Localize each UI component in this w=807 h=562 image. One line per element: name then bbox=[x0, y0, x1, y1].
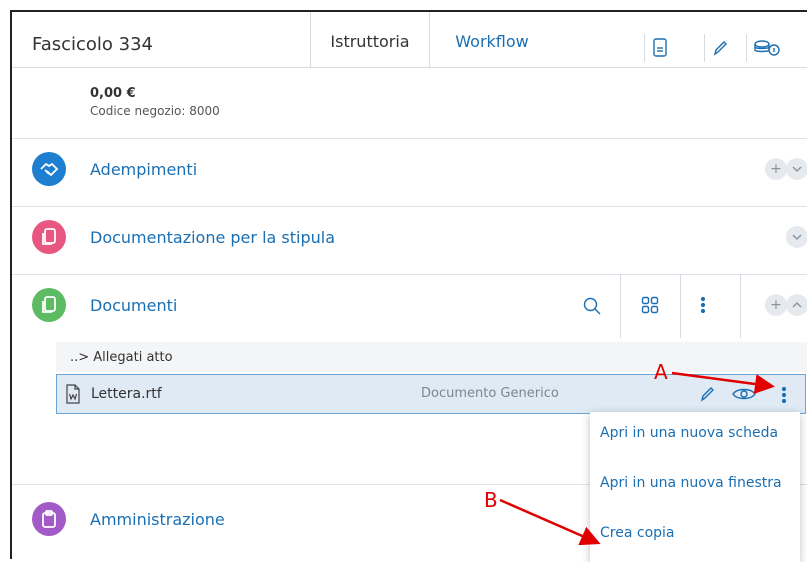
document-button[interactable] bbox=[644, 34, 675, 62]
codice-negozio: Codice negozio: 8000 bbox=[90, 104, 220, 118]
tab-workflow[interactable]: Workflow bbox=[432, 12, 552, 67]
divider bbox=[620, 274, 621, 338]
copy-document-icon bbox=[32, 220, 66, 254]
chevron-down-icon bbox=[792, 234, 802, 241]
search-icon bbox=[583, 297, 601, 315]
copy-document-icon bbox=[32, 288, 66, 322]
chevron-down-icon bbox=[792, 166, 802, 173]
annotation-b: B bbox=[484, 488, 498, 512]
tab-istruttoria[interactable]: Istruttoria bbox=[310, 12, 430, 67]
document-icon bbox=[653, 38, 667, 57]
section-label-amministrazione: Amministrazione bbox=[90, 510, 225, 529]
document-more-options-button[interactable] bbox=[777, 384, 791, 406]
handshake-icon bbox=[32, 152, 66, 186]
context-menu: Apri in una nuova scheda Apri in una nuo… bbox=[590, 412, 800, 562]
pencil-icon bbox=[700, 387, 714, 402]
vertical-dots-icon bbox=[700, 296, 706, 314]
more-options-button[interactable] bbox=[696, 294, 710, 316]
header: Fascicolo 334 Istruttoria Workflow bbox=[12, 12, 807, 68]
eye-icon bbox=[732, 388, 756, 400]
coins-icon bbox=[754, 40, 780, 56]
section-documenti[interactable]: Documenti + bbox=[12, 274, 807, 338]
breadcrumb-text: ..> Allegati atto bbox=[70, 350, 173, 365]
search-button[interactable] bbox=[580, 294, 604, 318]
expand-button[interactable] bbox=[786, 226, 807, 248]
document-row[interactable]: Lettera.rtf Documento Generico bbox=[56, 374, 806, 414]
collapse-button[interactable] bbox=[786, 294, 807, 316]
coins-button[interactable] bbox=[746, 34, 787, 62]
chevron-up-icon bbox=[792, 301, 802, 308]
menu-item-label: Apri in una nuova scheda bbox=[600, 425, 779, 441]
add-button[interactable]: + bbox=[765, 294, 787, 316]
menu-item-label: Apri in una nuova finestra bbox=[600, 475, 782, 491]
amount-value: 0,00 € bbox=[90, 86, 136, 101]
word-file-icon bbox=[66, 384, 80, 404]
expand-button[interactable] bbox=[786, 158, 807, 180]
section-label-adempimenti: Adempimenti bbox=[90, 160, 198, 179]
section-adempimenti[interactable]: Adempimenti + bbox=[12, 138, 807, 202]
edit-button[interactable] bbox=[704, 34, 735, 62]
document-type: Documento Generico bbox=[421, 386, 559, 401]
preview-button[interactable] bbox=[731, 384, 757, 404]
menu-item-open-new-window[interactable]: Apri in una nuova finestra bbox=[590, 462, 800, 508]
pencil-icon bbox=[713, 41, 727, 56]
section-label-documentazione: Documentazione per la stipula bbox=[90, 228, 335, 247]
document-name[interactable]: Lettera.rtf bbox=[91, 386, 162, 402]
grid-view-button[interactable] bbox=[639, 294, 661, 316]
divider bbox=[740, 274, 741, 338]
section-documentazione[interactable]: Documentazione per la stipula bbox=[12, 206, 807, 270]
clipboard-icon bbox=[32, 502, 66, 536]
menu-item-open-new-tab[interactable]: Apri in una nuova scheda bbox=[590, 412, 800, 458]
edit-document-button[interactable] bbox=[697, 384, 717, 404]
section-label-documenti: Documenti bbox=[90, 296, 178, 315]
menu-item-label: Crea copia bbox=[600, 525, 675, 541]
annotation-a: A bbox=[654, 360, 668, 384]
vertical-dots-icon bbox=[781, 386, 787, 404]
breadcrumb[interactable]: ..> Allegati atto bbox=[56, 342, 807, 372]
add-button[interactable]: + bbox=[765, 158, 787, 180]
grid-icon bbox=[641, 296, 659, 314]
menu-item-crea-copia[interactable]: Crea copia bbox=[590, 512, 800, 558]
page-title: Fascicolo 334 bbox=[32, 34, 154, 55]
divider bbox=[680, 274, 681, 338]
